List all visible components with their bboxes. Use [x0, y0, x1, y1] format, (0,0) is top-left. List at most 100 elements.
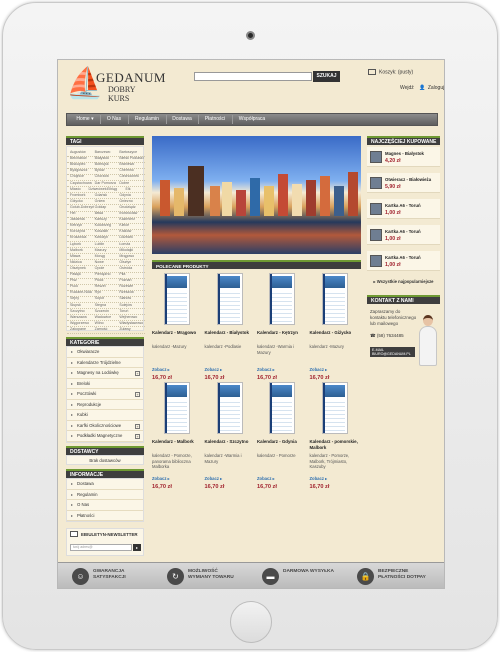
tag-link[interactable]: Mikołajki — [119, 248, 133, 252]
product-more-link[interactable]: Zobacz ▸ — [310, 367, 328, 372]
bestseller-name[interactable]: Otwieracz - Białowieża — [385, 177, 431, 182]
cart[interactable]: Koszyk: (pusty) — [368, 69, 413, 75]
tag-link[interactable]: Zamość — [95, 327, 108, 331]
tag-link[interactable]: Ruciane-Nida — [70, 290, 92, 294]
tag-link[interactable]: Bartoszyce — [119, 150, 137, 154]
tag-link[interactable]: Mława — [70, 254, 80, 258]
nav-item-dostawa[interactable]: Dostawa — [168, 114, 196, 125]
tag-link[interactable]: Gdańsk — [95, 193, 107, 197]
product-more-link[interactable]: Zobacz ▸ — [152, 367, 170, 372]
product-card[interactable]: Kalendarz - Giżycko kalendarz -Mazury Zoba… — [310, 273, 360, 383]
bestseller-item[interactable]: Magnes - Białystok 4,20 zł — [367, 147, 440, 167]
tag-link[interactable]: Chojnice — [70, 174, 84, 178]
info-item[interactable]: Regulamin — [67, 490, 143, 500]
tag-link[interactable]: Zakopane — [70, 327, 86, 331]
tag-link[interactable]: Lidzbark — [119, 235, 133, 239]
tag-link[interactable]: Ciechocinek — [119, 174, 139, 178]
tag-link[interactable]: Kruszwica — [70, 235, 86, 239]
tag-link[interactable]: Kartuzy — [95, 217, 107, 221]
product-name[interactable]: Kalendarz - pomorskie, Malbork — [310, 439, 360, 450]
product-name[interactable]: Kalendarz - Kętrzyn — [257, 330, 307, 336]
tag-link[interactable]: Chorzów — [95, 174, 109, 178]
tag-link[interactable]: Gniew — [95, 199, 105, 203]
expand-icon[interactable]: + — [135, 371, 140, 376]
tag-link[interactable]: Żuławy — [119, 327, 130, 331]
product-name[interactable]: Kalendarz - Malbork — [152, 439, 202, 445]
contact-phone[interactable]: ☎ (58) 7634485 — [370, 333, 404, 339]
tag-link[interactable]: Płock — [95, 278, 104, 282]
tag-link[interactable]: Sianów — [119, 296, 131, 300]
all-bestsellers-link[interactable]: ▸ Wszystkie najpopularniejsze — [367, 279, 440, 284]
tag-link[interactable]: Kwidzyn — [95, 235, 108, 239]
tag-link[interactable]: Mrągowo — [119, 254, 134, 258]
category-item[interactable]: Podkładki Magnetyczne + — [67, 431, 143, 442]
home-button[interactable] — [230, 601, 272, 643]
product-image[interactable] — [269, 382, 295, 434]
product-card[interactable]: Kalendarz - Malbork kalendarz - Pomorze, … — [152, 382, 202, 492]
product-card[interactable]: Kalendarz - Szczytno kalendarz -Warmia i … — [205, 382, 255, 492]
expand-icon[interactable]: + — [135, 392, 140, 397]
bestseller-thumbnail[interactable] — [370, 229, 382, 241]
tag-link[interactable]: Dar Pomorza — [95, 181, 116, 185]
product-image[interactable] — [164, 382, 190, 434]
tag-link[interactable]: Lublin — [95, 242, 105, 246]
tag-link[interactable]: Miasto — [70, 187, 81, 191]
tag-link[interactable]: Sulejów — [119, 303, 132, 307]
product-card[interactable]: Kalendarz - pomorskie, Malbork kalendarz … — [310, 382, 360, 492]
tag-link[interactable]: Biskupiec — [70, 162, 85, 166]
product-name[interactable]: Kalendarz - Szczytno — [205, 439, 255, 445]
tag-link[interactable]: Ostróda — [119, 266, 132, 270]
product-more-link[interactable]: Zobacz ▸ — [205, 367, 223, 372]
tag-link[interactable]: Rzeszów — [119, 290, 134, 294]
category-item[interactable]: Kubki — [67, 410, 143, 421]
tag-link[interactable]: Grudziądz — [119, 205, 135, 209]
product-image[interactable] — [216, 273, 243, 325]
login-link[interactable]: Wejdź — [400, 85, 414, 91]
tag-link[interactable]: Lębork — [70, 242, 81, 246]
product-name[interactable]: Kalendarz - Giżycko — [310, 330, 360, 336]
category-item[interactable]: Karfki Okolicznościowe + — [67, 421, 143, 431]
newsletter-email-input[interactable]: twój adres@ — [70, 544, 132, 551]
newsletter-submit-button[interactable]: ▸ — [133, 544, 141, 551]
tag-link[interactable]: Barczewo — [95, 150, 111, 154]
tag-link[interactable]: Pasłęk — [70, 272, 81, 276]
tag-link[interactable]: Koszalin — [95, 229, 109, 233]
product-name[interactable]: Kalendarz - Mrągowo — [152, 330, 202, 336]
product-name[interactable]: Kalendarz - Białystok — [205, 330, 255, 336]
bestseller-thumbnail[interactable] — [370, 255, 382, 267]
tag-link[interactable]: Olsztyn — [119, 260, 131, 264]
bestseller-thumbnail[interactable] — [370, 203, 382, 215]
product-card[interactable]: Kalendarz - Mrągowo kalendarz -Mazury Zoba… — [152, 273, 202, 383]
tag-link[interactable]: Nowe — [95, 260, 104, 264]
info-item[interactable]: Płatności — [67, 511, 143, 521]
hero-banner-image[interactable] — [152, 136, 361, 254]
tag-link[interactable]: Bydgoszcz — [70, 168, 87, 172]
tag-link[interactable]: Szczytno — [70, 309, 85, 313]
tag-link[interactable]: Opole — [95, 266, 105, 270]
contact-email[interactable]: E-MAIL BIURO@GEDANUM.PL — [370, 347, 415, 357]
product-more-link[interactable]: Zobacz ▸ — [257, 476, 275, 481]
tag-link[interactable]: Ryn — [95, 290, 101, 294]
product-card[interactable]: Kalendarz - Kętrzyn kalendarz -Warmia i M… — [257, 273, 307, 383]
tag-link[interactable]: Szczecin — [95, 309, 109, 313]
product-more-link[interactable]: Zobacz ▸ — [310, 476, 328, 481]
tag-link[interactable]: Władysławowo — [119, 321, 143, 325]
tag-link[interactable]: Goldap — [95, 205, 107, 209]
tag-link[interactable]: Nidzica — [70, 260, 82, 264]
product-more-link[interactable]: Zobacz ▸ — [257, 367, 275, 372]
register-link[interactable]: Zaloguj — [428, 85, 444, 91]
tag-link[interactable]: Frombork — [70, 193, 85, 197]
bestseller-item[interactable]: Otwieracz - Białowieża 5,90 zł — [367, 173, 440, 193]
expand-icon[interactable]: + — [135, 423, 140, 429]
tag-link[interactable]: Giżycko — [70, 199, 83, 203]
product-more-link[interactable]: Zobacz ▸ — [205, 476, 223, 481]
tag-link[interactable]: Wejherowo — [119, 315, 137, 319]
tag-link[interactable]: Malbork — [70, 248, 83, 252]
nav-item-wspolpraca[interactable]: Współpraca — [234, 114, 270, 125]
tag-link[interactable]: Elbląg — [107, 187, 117, 191]
tag-link[interactable]: Wilno — [95, 321, 104, 325]
tag-link[interactable]: Morąg — [95, 254, 105, 258]
product-name[interactable]: Kalendarz - Gdynia — [257, 439, 307, 445]
bestseller-thumbnail[interactable] — [370, 177, 382, 189]
product-image[interactable] — [164, 273, 190, 325]
